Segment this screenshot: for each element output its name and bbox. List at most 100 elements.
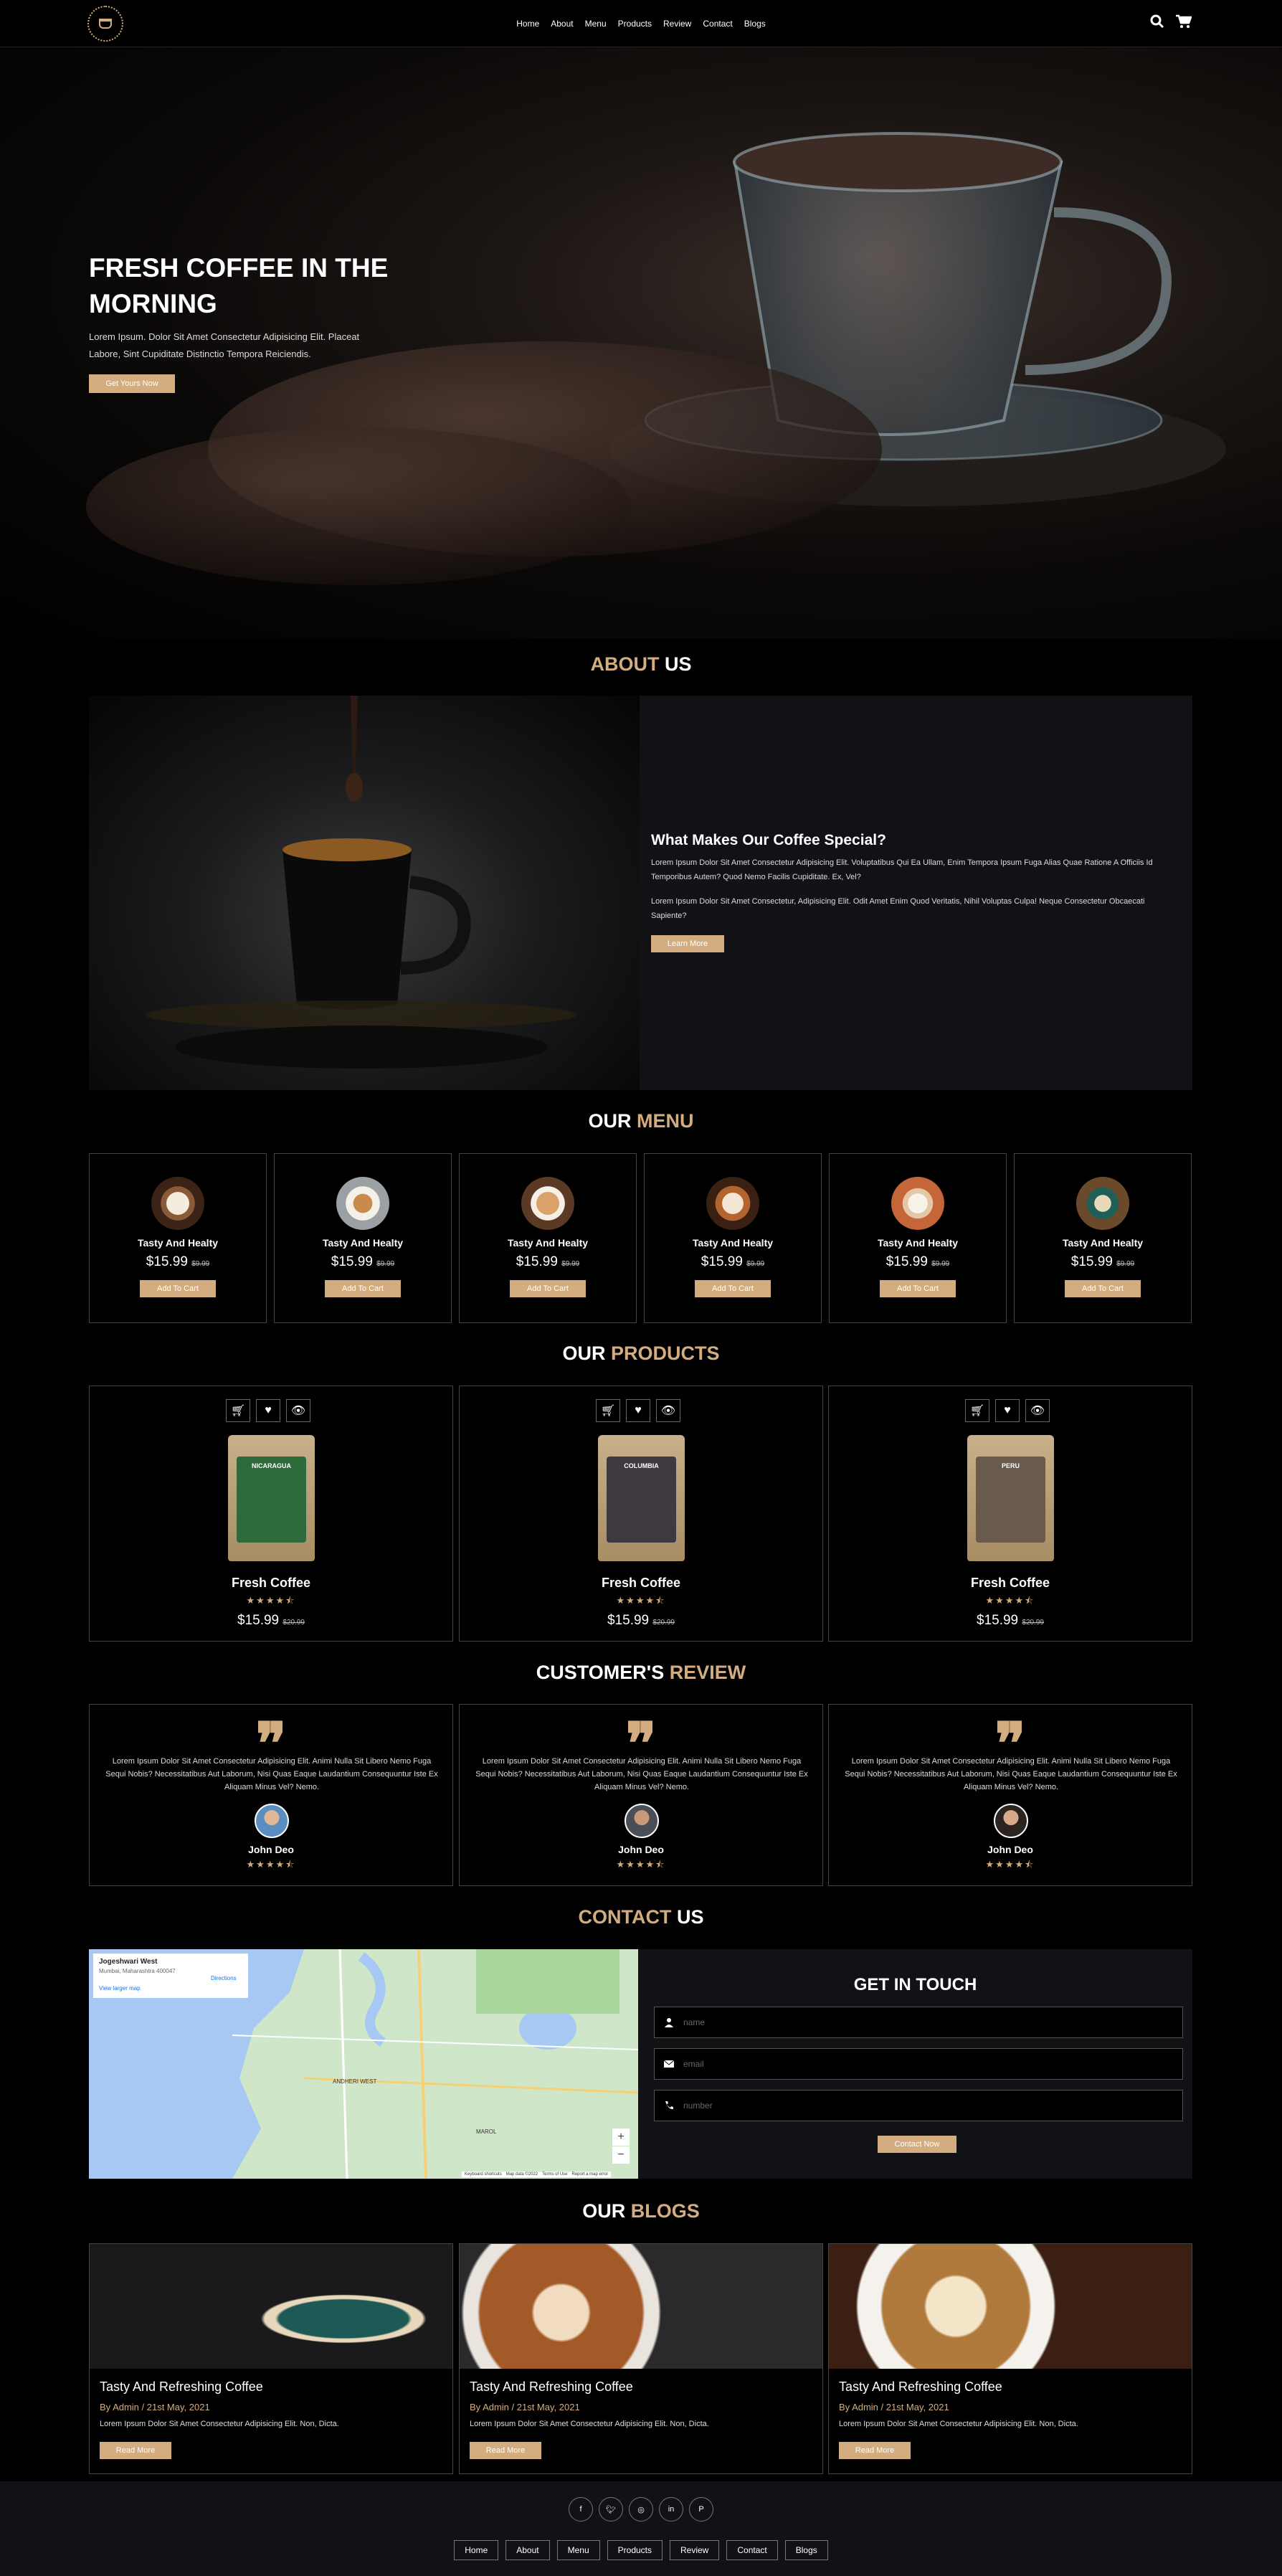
blog-image — [90, 2244, 452, 2369]
nav-products[interactable]: Products — [618, 19, 652, 29]
menu-card: Tasty And Healty $15.99 $9.99 Add To Car… — [459, 1153, 637, 1323]
review-card: ❞ Lorem Ipsum Dolor Sit Amet Consectetur… — [459, 1704, 823, 1886]
linkedin-icon[interactable]: in — [659, 2497, 683, 2521]
about-paragraph-2: Lorem Ipsum Dolor Sit Amet Consectetur, … — [651, 897, 1145, 920]
eye-icon[interactable]: 👁︎ — [1025, 1399, 1050, 1422]
view-larger-map-link[interactable]: View larger map — [99, 1985, 141, 1992]
heart-icon[interactable]: ♥ — [626, 1399, 650, 1422]
add-to-cart-button[interactable]: Add To Cart — [695, 1280, 771, 1297]
footer-link-home[interactable]: Home — [454, 2540, 499, 2560]
coffee-bag-image: NICARAGUA — [228, 1435, 315, 1561]
zoom-in-button[interactable]: + — [612, 2128, 630, 2146]
add-to-cart-button[interactable]: Add To Cart — [1065, 1280, 1141, 1297]
menu-item-price: $15.99 $9.99 — [516, 1254, 580, 1269]
footer-link-review[interactable]: Review — [670, 2540, 720, 2560]
menu-item-price: $15.99 $9.99 — [1070, 1254, 1135, 1269]
coffee-bag-image: COLUMBIA — [598, 1435, 685, 1561]
blog-meta: By Admin / 21st May, 2021 — [839, 2402, 949, 2412]
directions-link[interactable]: Directions — [211, 1975, 237, 1981]
avatar — [625, 1804, 659, 1838]
avatar — [255, 1804, 289, 1838]
menu-heading: OUR MENU — [588, 1110, 694, 1132]
product-actions: 🛒︎ ♥ 👁︎ — [965, 1399, 1050, 1422]
add-to-cart-button[interactable]: Add To Cart — [510, 1280, 586, 1297]
instagram-icon[interactable]: ◎ — [629, 2497, 653, 2521]
zoom-out-button[interactable]: − — [612, 2146, 630, 2164]
coffee-cup-thumbnail — [151, 1177, 204, 1230]
envelope-icon — [655, 2060, 683, 2068]
menu-item-price: $15.99 $9.99 — [331, 1254, 395, 1269]
blog-title[interactable]: Tasty And Refreshing Coffee — [100, 2380, 263, 2395]
read-more-button[interactable]: Read More — [100, 2442, 171, 2459]
read-more-button[interactable]: Read More — [839, 2442, 911, 2459]
header-icons — [1150, 14, 1192, 29]
number-field[interactable]: number — [654, 2090, 1183, 2121]
hero-title: FRESH COFFEE IN THE MORNING — [89, 253, 389, 318]
footer-link-menu[interactable]: Menu — [556, 2540, 600, 2560]
coffee-cup-thumbnail — [1076, 1177, 1129, 1230]
cart-icon[interactable]: 🛒︎ — [226, 1399, 250, 1422]
nav-review[interactable]: Review — [663, 19, 691, 29]
nav-blogs[interactable]: Blogs — [744, 19, 766, 29]
product-title: Fresh Coffee — [970, 1576, 1050, 1590]
user-icon — [655, 2017, 683, 2027]
about-paragraph-1: Lorem Ipsum Dolor Sit Amet Consectetur A… — [651, 858, 1153, 881]
coffee-cup-thumbnail — [521, 1177, 574, 1230]
footer-link-products[interactable]: Products — [607, 2540, 663, 2560]
menu-item-title: Tasty And Healty — [322, 1237, 404, 1249]
menu-card: Tasty And Healty $15.99 $9.99 Add To Car… — [89, 1153, 267, 1323]
coffee-splash-image — [89, 696, 640, 1090]
heart-icon[interactable]: ♥ — [995, 1399, 1020, 1422]
contact-now-button[interactable]: Contact Now — [878, 2136, 956, 2153]
blog-meta: By Admin / 21st May, 2021 — [470, 2402, 580, 2412]
cart-icon[interactable] — [1176, 14, 1192, 29]
blog-title[interactable]: Tasty And Refreshing Coffee — [839, 2380, 1002, 2395]
product-price: $15.99 $20.99 — [607, 1613, 675, 1628]
menu-item-price: $15.99 $9.99 — [146, 1254, 210, 1269]
product-actions: 🛒︎ ♥ 👁︎ — [596, 1399, 680, 1422]
social-links: f 🐦︎ ◎ in P — [0, 2497, 1282, 2521]
add-to-cart-button[interactable]: Add To Cart — [140, 1280, 216, 1297]
pinterest-icon[interactable]: P — [689, 2497, 713, 2521]
nav-menu[interactable]: Menu — [585, 19, 607, 29]
blog-excerpt: Lorem Ipsum Dolor Sit Amet Consectetur A… — [839, 2420, 1078, 2428]
search-icon[interactable] — [1150, 14, 1164, 29]
footer-link-contact[interactable]: Contact — [726, 2540, 778, 2560]
add-to-cart-button[interactable]: Add To Cart — [880, 1280, 956, 1297]
facebook-icon[interactable]: f — [569, 2497, 593, 2521]
blog-title[interactable]: Tasty And Refreshing Coffee — [470, 2380, 633, 2395]
blogs-heading: OUR BLOGS — [582, 2200, 700, 2222]
heart-icon[interactable]: ♥ — [256, 1399, 280, 1422]
nav-home[interactable]: Home — [516, 19, 539, 29]
footer-links: Home About Menu Products Review Contact … — [0, 2540, 1282, 2560]
hero-text: Lorem Ipsum. Dolor Sit Amet Consectetur … — [89, 331, 360, 359]
nav-contact[interactable]: Contact — [703, 19, 732, 29]
learn-more-button[interactable]: Learn More — [651, 935, 724, 952]
review-text: Lorem Ipsum Dolor Sit Amet Consectetur A… — [845, 1757, 1177, 1791]
map-footer: Keyboard shortcuts Map data ©2022 Terms of… — [462, 2172, 612, 2177]
menu-item-title: Tasty And Healty — [1062, 1237, 1144, 1249]
review-heading: CUSTOMER'S REVIEW — [536, 1662, 746, 1683]
eye-icon[interactable]: 👁︎ — [286, 1399, 310, 1422]
name-field[interactable]: name — [654, 2007, 1183, 2038]
cart-icon[interactable]: 🛒︎ — [965, 1399, 989, 1422]
coffee-cup-thumbnail — [706, 1177, 759, 1230]
site-header: Home About Menu Products Review Contact … — [0, 0, 1282, 47]
read-more-button[interactable]: Read More — [470, 2442, 541, 2459]
rating-stars: ★★★★⯪ — [246, 1595, 296, 1606]
footer-link-blogs[interactable]: Blogs — [784, 2540, 828, 2560]
embedded-map[interactable]: Jogeshwari West Mumbai, Maharashtra 4000… — [89, 1949, 638, 2179]
cart-icon[interactable]: 🛒︎ — [596, 1399, 620, 1422]
menu-card: Tasty And Healty $15.99 $9.99 Add To Car… — [274, 1153, 452, 1323]
product-card: 🛒︎ ♥ 👁︎ NICARAGUA Fresh Coffee ★★★★⯪ $15… — [89, 1386, 453, 1642]
nav-about[interactable]: About — [551, 19, 573, 29]
get-yours-now-button[interactable]: Get Yours Now — [89, 374, 175, 393]
twitter-icon[interactable]: 🐦︎ — [599, 2497, 623, 2521]
footer-link-about[interactable]: About — [505, 2540, 550, 2560]
menu-item-title: Tasty And Healty — [877, 1237, 959, 1249]
add-to-cart-button[interactable]: Add To Cart — [325, 1280, 401, 1297]
email-field[interactable]: email — [654, 2048, 1183, 2080]
eye-icon[interactable]: 👁︎ — [656, 1399, 680, 1422]
product-price: $15.99 $20.99 — [977, 1613, 1044, 1628]
review-card: ❞ Lorem Ipsum Dolor Sit Amet Consectetur… — [828, 1704, 1192, 1886]
